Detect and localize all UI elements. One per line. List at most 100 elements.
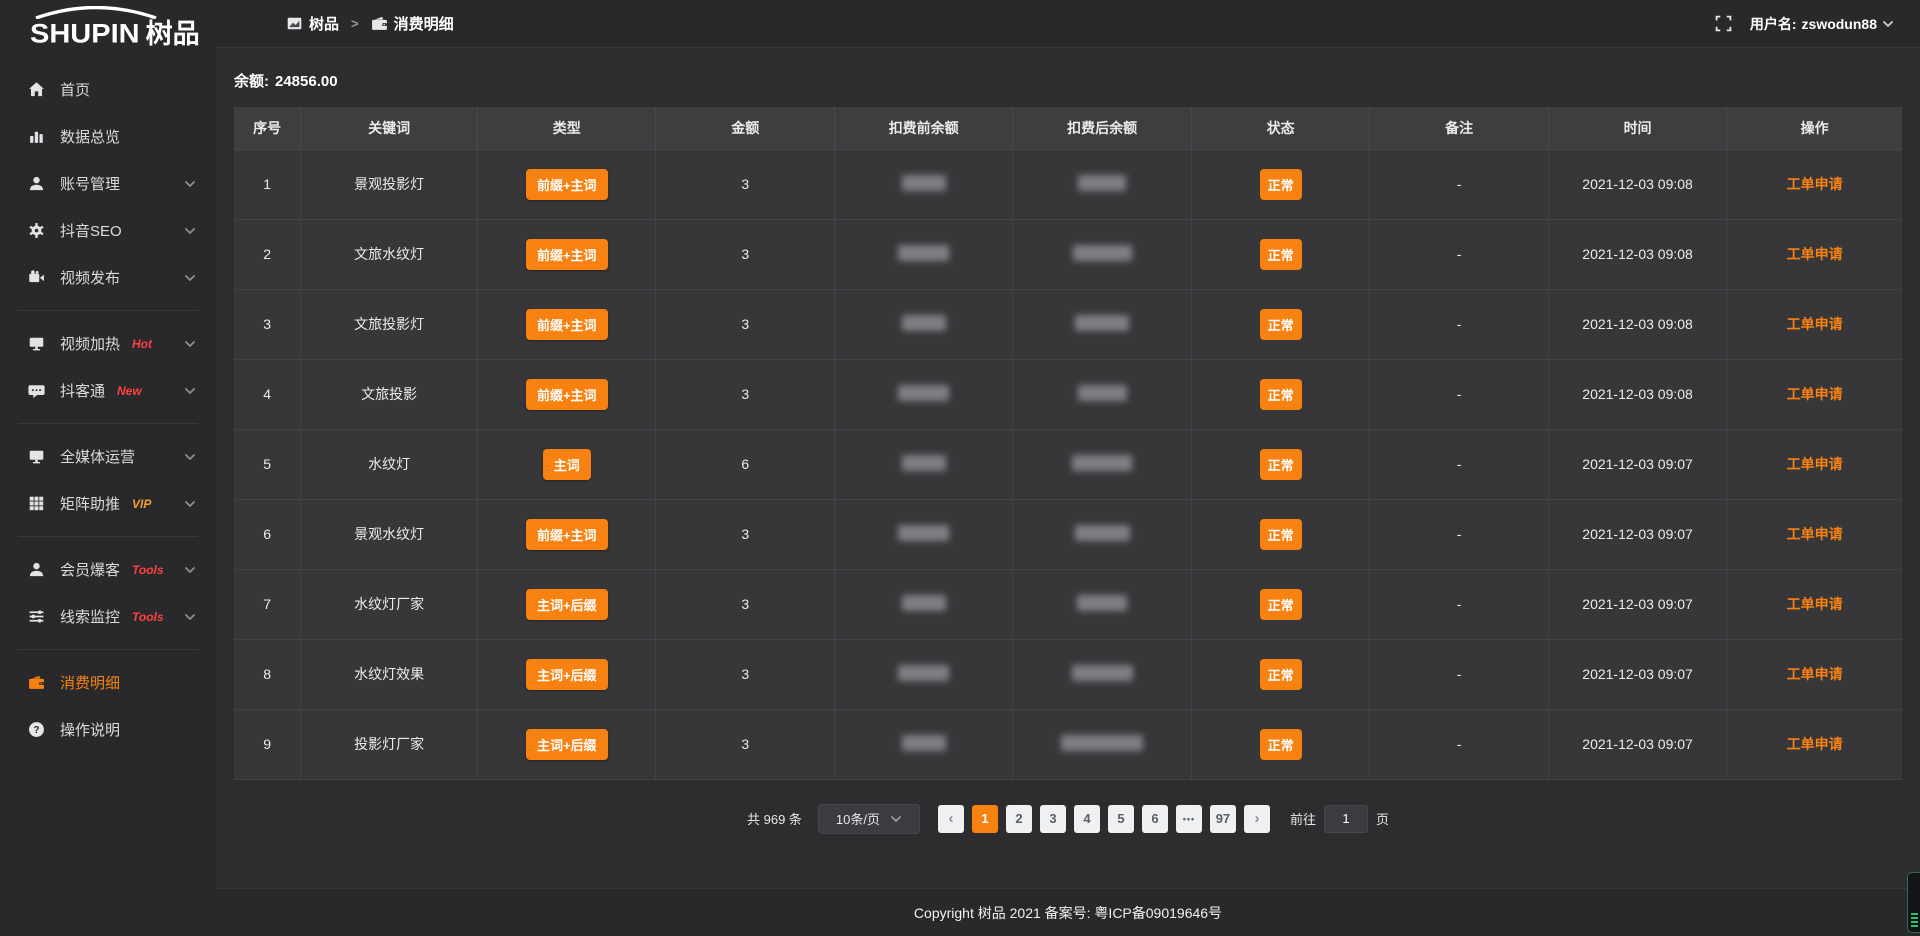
page-button[interactable]: 1 bbox=[972, 805, 998, 833]
sidebar-item[interactable]: 账号管理 bbox=[0, 160, 216, 207]
cell-status: 正常 bbox=[1191, 289, 1369, 359]
page-button[interactable]: 3 bbox=[1040, 805, 1066, 833]
type-badge: 前缀+主词 bbox=[526, 379, 608, 410]
user-icon bbox=[27, 176, 46, 192]
column-header: 序号 bbox=[234, 107, 301, 149]
cell-time: 2021-12-03 09:07 bbox=[1548, 709, 1726, 779]
cell-time: 2021-12-03 09:07 bbox=[1548, 639, 1726, 709]
chevron-down-icon bbox=[184, 385, 196, 397]
sidebar-item-label: 数据总览 bbox=[60, 126, 120, 147]
blurred-balance-before bbox=[898, 245, 949, 261]
cell-balance-after bbox=[1013, 499, 1191, 569]
blurred-balance-after bbox=[1061, 735, 1143, 751]
cell-balance-after bbox=[1013, 219, 1191, 289]
table-row: 8水纹灯效果主词+后缀3正常-2021-12-03 09:07工单申请 bbox=[234, 639, 1902, 709]
page-size-select[interactable]: 10条/页 bbox=[818, 804, 920, 834]
prev-page-button[interactable]: ‹ bbox=[938, 805, 964, 833]
page-button[interactable]: 4 bbox=[1074, 805, 1100, 833]
status-badge: 正常 bbox=[1260, 449, 1302, 480]
cell-type: 前缀+主词 bbox=[478, 289, 656, 359]
floating-widget[interactable] bbox=[1907, 872, 1920, 933]
cell-type: 主词+后缀 bbox=[478, 569, 656, 639]
sidebar-item-label: 抖音SEO bbox=[60, 220, 122, 241]
sidebar-item-badge: Tools bbox=[132, 563, 164, 577]
cell-action: 工单申请 bbox=[1727, 289, 1902, 359]
cell-type: 前缀+主词 bbox=[478, 149, 656, 219]
chevron-down-icon bbox=[184, 564, 196, 576]
status-badge: 正常 bbox=[1260, 729, 1302, 760]
blurred-balance-before bbox=[898, 525, 949, 541]
work-order-link[interactable]: 工单申请 bbox=[1787, 176, 1843, 192]
logo-arc-icon bbox=[32, 6, 160, 19]
brand-logo: SHUPIN树品 bbox=[0, 0, 216, 58]
next-page-button[interactable]: › bbox=[1244, 805, 1270, 833]
user-dropdown[interactable]: 用户名: zswodun88 bbox=[1750, 14, 1894, 34]
sidebar-divider bbox=[18, 536, 198, 537]
work-order-link[interactable]: 工单申请 bbox=[1787, 666, 1843, 682]
column-header: 时间 bbox=[1548, 107, 1726, 149]
breadcrumb-separator: > bbox=[351, 16, 359, 31]
type-badge: 前缀+主词 bbox=[526, 519, 608, 550]
table-row: 7水纹灯厂家主词+后缀3正常-2021-12-03 09:07工单申请 bbox=[234, 569, 1902, 639]
sidebar-item[interactable]: 全媒体运营 bbox=[0, 433, 216, 480]
cell-remark: - bbox=[1370, 429, 1548, 499]
more-pages-button[interactable]: ••• bbox=[1176, 805, 1202, 833]
work-order-link[interactable]: 工单申请 bbox=[1787, 736, 1843, 752]
cell-keyword: 景观水纹灯 bbox=[301, 499, 478, 569]
work-order-link[interactable]: 工单申请 bbox=[1787, 596, 1843, 612]
breadcrumb-item-home[interactable]: 树品 bbox=[286, 13, 339, 34]
sidebar-item-label: 首页 bbox=[60, 79, 90, 100]
breadcrumb-label: 树品 bbox=[309, 13, 339, 34]
work-order-link[interactable]: 工单申请 bbox=[1787, 386, 1843, 402]
page-button[interactable]: 6 bbox=[1142, 805, 1168, 833]
sidebar-item[interactable]: 消费明细 bbox=[0, 659, 216, 706]
cell-balance-after bbox=[1013, 359, 1191, 429]
table-row: 4文旅投影前缀+主词3正常-2021-12-03 09:08工单申请 bbox=[234, 359, 1902, 429]
username-value: zswodun88 bbox=[1802, 16, 1877, 32]
sidebar-item[interactable]: 视频发布 bbox=[0, 254, 216, 301]
sliders-icon bbox=[27, 609, 46, 625]
total-count: 共 969 条 bbox=[747, 809, 802, 828]
sidebar-item[interactable]: 视频加热Hot bbox=[0, 320, 216, 367]
column-header: 备注 bbox=[1370, 107, 1548, 149]
table-header-row: 序号关键词类型金额扣费前余额扣费后余额状态备注时间操作 bbox=[234, 107, 1902, 149]
page-button[interactable]: 5 bbox=[1108, 805, 1134, 833]
blurred-balance-before bbox=[902, 455, 946, 471]
work-order-link[interactable]: 工单申请 bbox=[1787, 246, 1843, 262]
cell-keyword: 投影灯厂家 bbox=[301, 709, 478, 779]
work-order-link[interactable]: 工单申请 bbox=[1787, 316, 1843, 332]
cell-action: 工单申请 bbox=[1727, 639, 1902, 709]
sidebar-item[interactable]: 矩阵助推VIP bbox=[0, 480, 216, 527]
cell-amount: 3 bbox=[656, 219, 834, 289]
sidebar-item[interactable]: 首页 bbox=[0, 66, 216, 113]
cell-time: 2021-12-03 09:08 bbox=[1548, 219, 1726, 289]
sidebar-item[interactable]: 线索监控Tools bbox=[0, 593, 216, 640]
work-order-link[interactable]: 工单申请 bbox=[1787, 456, 1843, 472]
page-button[interactable]: 2 bbox=[1006, 805, 1032, 833]
cell-remark: - bbox=[1370, 289, 1548, 359]
sidebar-item[interactable]: 数据总览 bbox=[0, 113, 216, 160]
cell-action: 工单申请 bbox=[1727, 149, 1902, 219]
cell-status: 正常 bbox=[1191, 359, 1369, 429]
sidebar-item-label: 账号管理 bbox=[60, 173, 120, 194]
grid-icon bbox=[27, 496, 46, 512]
fullscreen-icon[interactable] bbox=[1715, 15, 1732, 32]
breadcrumb-item-current[interactable]: 消费明细 bbox=[371, 13, 454, 34]
cell-keyword: 景观投影灯 bbox=[301, 149, 478, 219]
goto-page-input[interactable] bbox=[1324, 805, 1368, 833]
cell-type: 主词+后缀 bbox=[478, 639, 656, 709]
chevron-down-icon bbox=[890, 813, 902, 825]
page-size-value: 10条/页 bbox=[836, 809, 880, 828]
cell-amount: 6 bbox=[656, 429, 834, 499]
sidebar-item[interactable]: 抖客通New bbox=[0, 367, 216, 414]
sidebar-item-label: 抖客通 bbox=[60, 380, 105, 401]
page-buttons: 123456 ••• 97 bbox=[972, 805, 1236, 833]
sidebar-item[interactable]: ?操作说明 bbox=[0, 706, 216, 753]
chevron-down-icon bbox=[184, 611, 196, 623]
sidebar-item[interactable]: 抖音SEO bbox=[0, 207, 216, 254]
cell-remark: - bbox=[1370, 149, 1548, 219]
page-button[interactable]: 97 bbox=[1210, 805, 1236, 833]
sidebar-item[interactable]: 会员爆客Tools bbox=[0, 546, 216, 593]
work-order-link[interactable]: 工单申请 bbox=[1787, 526, 1843, 542]
status-badge: 正常 bbox=[1260, 239, 1302, 270]
